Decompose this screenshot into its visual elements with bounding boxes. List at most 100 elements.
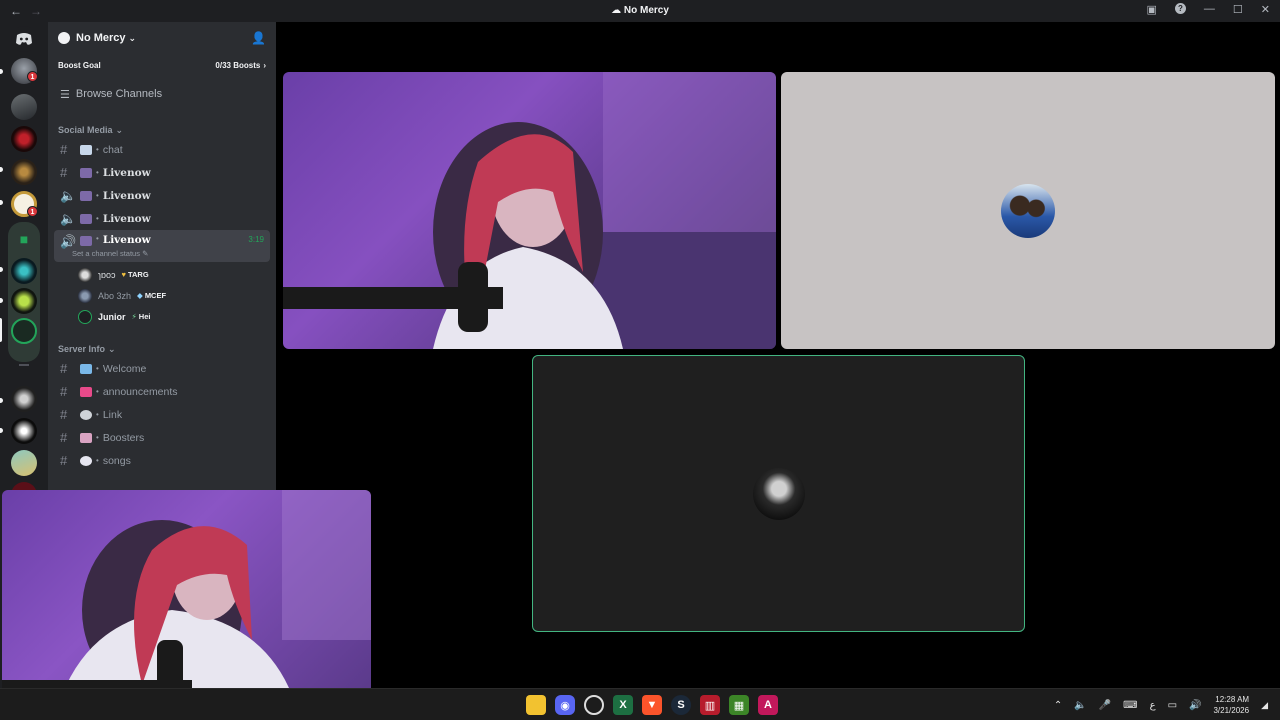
guild-icon[interactable]: [11, 386, 37, 412]
voice-member[interactable]: Abo 3zh ◆ MCEF: [78, 285, 276, 306]
windows-start-icon[interactable]: [497, 695, 517, 715]
guild-icon[interactable]: [11, 288, 37, 314]
member-tag: ⚡ Hei: [131, 312, 151, 321]
discord-home-icon[interactable]: [11, 26, 37, 52]
no-mercy-guild-icon[interactable]: [11, 318, 37, 344]
channel-name: Livenow: [102, 212, 151, 225]
close-button[interactable]: ✕: [1261, 3, 1270, 16]
maximize-button[interactable]: ☐: [1233, 3, 1243, 16]
window-title: ☁ No Mercy: [611, 5, 669, 16]
channel-name: Livenow: [102, 166, 151, 179]
list-icon: ☰: [60, 88, 70, 101]
chevron-up-icon[interactable]: ⌃: [1054, 700, 1062, 711]
video-tile-camera[interactable]: [283, 72, 776, 349]
megaphone-emoji-icon: [80, 386, 92, 397]
voice-stage: [276, 22, 1280, 688]
clock[interactable]: 12:28 AM 3/21/2026: [1213, 694, 1249, 716]
invite-people-icon[interactable]: 👤: [251, 31, 266, 45]
video-tile-avatar[interactable]: [781, 72, 1275, 349]
channel-name: chat: [102, 143, 123, 156]
channel-announcements[interactable]: # • announcements: [54, 380, 270, 403]
channel-livenow-voice[interactable]: 🔈 • Livenow: [54, 184, 270, 207]
guild-icon[interactable]: [11, 159, 37, 185]
speaker-icon[interactable]: 🔈: [1074, 700, 1086, 711]
excel-icon[interactable]: X: [613, 695, 633, 715]
boost-goal-bar[interactable]: Boost Goal 0/33 Boosts ›: [58, 58, 266, 72]
guild-icon[interactable]: [11, 258, 37, 284]
guild-icon[interactable]: [11, 94, 37, 120]
text-channel-icon: #: [60, 384, 68, 399]
window-controls: ▣ ? — ☐ ✕: [1147, 3, 1270, 16]
minimize-button[interactable]: —: [1204, 3, 1215, 16]
steam-icon[interactable]: S: [671, 695, 691, 715]
chevron-right-icon: ›: [263, 60, 266, 70]
inbox-icon[interactable]: ▣: [1147, 3, 1157, 16]
text-channel-icon: #: [60, 165, 68, 180]
video-tile-speaking[interactable]: [532, 355, 1025, 632]
back-button[interactable]: ←: [10, 4, 22, 18]
member-name: Abo 3zh: [98, 290, 132, 301]
network-icon[interactable]: ▭: [1168, 700, 1177, 711]
pip-video-overlay[interactable]: [2, 490, 371, 695]
notification-icon[interactable]: ◢: [1261, 700, 1268, 711]
channel-status-hint[interactable]: Set a channel status ✎: [72, 249, 148, 258]
speaker-icon: 🔈: [60, 187, 77, 203]
category-server-info[interactable]: Server Info ⌄: [48, 341, 276, 357]
unread-pill: [0, 167, 3, 172]
channel-link[interactable]: # • Link: [54, 403, 270, 426]
microphone-icon[interactable]: 🎤: [1099, 700, 1111, 711]
unread-pill: [0, 200, 3, 205]
guild-icon[interactable]: [11, 126, 37, 152]
winrar-icon[interactable]: ▥: [700, 695, 720, 715]
discord-icon[interactable]: ◉: [555, 695, 575, 715]
unread-pill: [0, 398, 3, 403]
guild-badge: 1: [27, 71, 38, 82]
guild-icon[interactable]: [11, 418, 37, 444]
minecraft-icon[interactable]: ▦: [729, 695, 749, 715]
file-explorer-icon[interactable]: [526, 695, 546, 715]
channel-livenow-active[interactable]: 🔊 • Livenow 3:19 Set a channel status ✎: [54, 230, 270, 262]
language-indicator[interactable]: ع: [1150, 700, 1156, 711]
diamond-icon: ◆: [137, 291, 143, 300]
pencil-icon: ✎: [142, 249, 149, 258]
obs-icon[interactable]: [584, 695, 604, 715]
channel-welcome[interactable]: # • Welcome: [54, 357, 270, 380]
folder-icon[interactable]: ■: [11, 226, 37, 252]
channel-songs[interactable]: # • songs: [54, 449, 270, 472]
category-social-media[interactable]: Social Media ⌄: [48, 122, 276, 138]
time: 12:28 AM: [1215, 695, 1250, 704]
guild-icon[interactable]: [11, 450, 37, 476]
keyboard-icon[interactable]: ⌨: [1123, 700, 1137, 711]
help-icon[interactable]: ?: [1174, 3, 1186, 14]
text-channel-icon: #: [60, 430, 68, 445]
server-emblem-icon: [58, 32, 70, 44]
forward-button[interactable]: →: [30, 4, 42, 18]
channel-livenow-text[interactable]: # • Livenow: [54, 161, 270, 184]
taskbar-apps: ◉ X ▼ S ▥ ▦ A: [497, 695, 778, 715]
volume-icon[interactable]: 🔊: [1189, 700, 1201, 711]
server-header[interactable]: No Mercy ⌄ 👤: [48, 22, 276, 54]
chevron-down-icon: ⌄: [128, 32, 137, 43]
webcam-feed-illustration: [2, 490, 371, 695]
avatar: [78, 288, 92, 303]
member-name: Junior: [98, 311, 126, 322]
channel-name: songs: [102, 454, 131, 467]
app-icon[interactable]: A: [758, 695, 778, 715]
voice-member[interactable]: Junior ⚡ Hei: [78, 306, 276, 327]
camera-emoji-icon: [80, 167, 92, 178]
plane-emoji-icon: [80, 363, 92, 374]
channel-chat[interactable]: # • chat: [54, 138, 270, 161]
channel-livenow-voice[interactable]: 🔈 • Livenow: [54, 207, 270, 230]
selected-pill: [0, 318, 2, 342]
avatar: [78, 267, 92, 282]
text-channel-icon: #: [60, 361, 68, 376]
browse-channels[interactable]: ☰ Browse Channels: [56, 82, 268, 106]
title-bar: ← → ☁ No Mercy ▣ ? — ☐ ✕: [0, 0, 1280, 22]
camera-emoji-icon: [80, 190, 92, 201]
voice-member[interactable]: ɿɒoɔ ♥TARG ■: [78, 264, 309, 285]
text-channel-icon: #: [60, 453, 68, 468]
channel-boosters[interactable]: # • Boosters: [54, 426, 270, 449]
brave-icon[interactable]: ▼: [642, 695, 662, 715]
guild-badge: 1: [27, 206, 38, 217]
member-tag: ◆ MCEF: [137, 291, 167, 300]
